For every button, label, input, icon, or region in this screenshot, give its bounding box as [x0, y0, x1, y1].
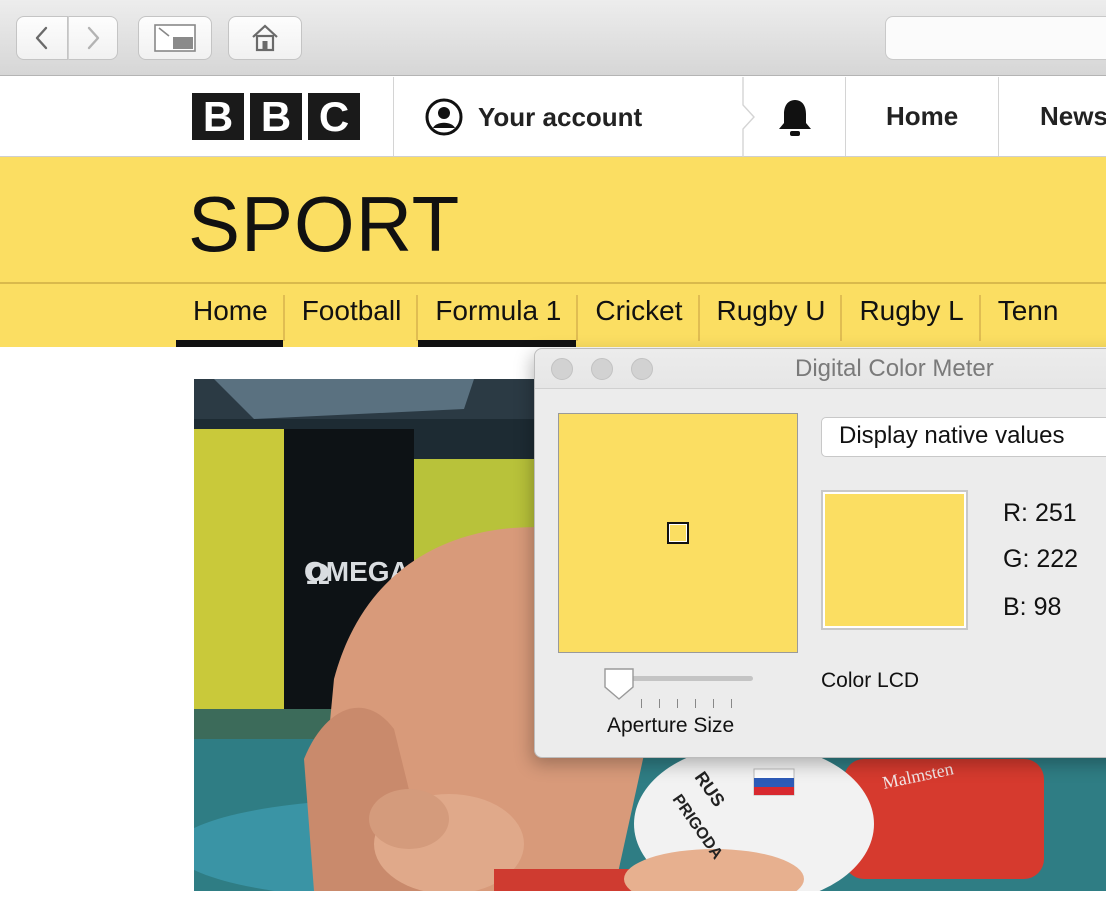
close-button[interactable] — [551, 358, 573, 380]
bbc-logo-letter: C — [308, 93, 360, 140]
slider-tick — [713, 699, 714, 708]
browser-toolbar — [0, 0, 1106, 76]
slider-tick — [731, 699, 732, 708]
sport-nav-tennis[interactable]: Tenn — [978, 295, 1074, 341]
slider-tick — [677, 699, 678, 708]
display-name: Color LCD — [821, 669, 920, 692]
zoom-button[interactable] — [631, 358, 653, 380]
red-value: 251 — [1034, 499, 1077, 527]
sport-header: SPORT Home Football Formula 1 Cricket Ru… — [0, 157, 1106, 347]
divider — [742, 77, 755, 157]
chevron-left-icon — [35, 26, 48, 50]
bbc-top-bar: B B C Your account Home News — [0, 77, 1106, 157]
sport-nav-football[interactable]: Football — [282, 295, 417, 341]
home-icon — [252, 24, 278, 52]
value-mode-dropdown[interactable]: Display native values — [821, 417, 1106, 457]
window-title-bar[interactable]: Digital Color Meter — [535, 349, 1106, 389]
bell-icon — [779, 100, 811, 136]
aperture-slider-knob[interactable] — [603, 667, 635, 701]
sport-nav-home[interactable]: Home — [176, 295, 283, 347]
topnav-news[interactable]: News — [1040, 101, 1106, 132]
sport-nav: Home Football Formula 1 Cricket Rugby U … — [176, 295, 1074, 347]
sampled-color-swatch — [821, 490, 968, 630]
chevron-right-icon — [87, 26, 100, 50]
aperture-indicator — [667, 522, 689, 544]
blue-readout: B: 98 — [1003, 593, 1061, 622]
bbc-logo-letter: B — [192, 93, 244, 140]
divider — [393, 77, 394, 156]
green-label: G: — [1003, 545, 1030, 573]
bbc-logo-letter: B — [250, 93, 302, 140]
green-readout: G: 222 — [1003, 545, 1078, 574]
topnav-home[interactable]: Home — [886, 101, 958, 132]
slider-tick — [659, 699, 660, 708]
your-account-link[interactable]: Your account — [424, 97, 642, 137]
divider — [998, 77, 999, 156]
divider — [0, 282, 1106, 284]
blue-label: B: — [1003, 593, 1027, 621]
sport-nav-cricket[interactable]: Cricket — [576, 295, 697, 341]
slider-tick — [641, 699, 642, 708]
sport-nav-rugby-union[interactable]: Rugby U — [697, 295, 841, 341]
blue-value: 98 — [1033, 593, 1062, 621]
magnified-preview — [558, 413, 798, 653]
your-account-label: Your account — [478, 101, 643, 132]
notifications-button[interactable] — [776, 97, 814, 142]
window-title: Digital Color Meter — [795, 355, 994, 382]
address-bar[interactable] — [885, 16, 1106, 60]
minimize-button[interactable] — [591, 358, 613, 380]
slider-tick — [695, 699, 696, 708]
bbc-logo[interactable]: B B C — [192, 93, 360, 140]
tab-overview-button[interactable] — [138, 16, 212, 60]
sport-nav-formula-1[interactable]: Formula 1 — [416, 295, 577, 347]
sport-title[interactable]: SPORT — [188, 179, 460, 270]
green-value: 222 — [1036, 545, 1079, 573]
user-circle-icon — [425, 98, 463, 136]
divider — [845, 77, 846, 156]
tab-overview-icon — [154, 24, 196, 52]
digital-color-meter-window: Digital Color Meter Display native value… — [534, 348, 1106, 758]
red-readout: R: 251 — [1003, 499, 1077, 528]
back-button[interactable] — [16, 16, 68, 60]
home-button[interactable] — [228, 16, 302, 60]
aperture-size-label: Aperture Size — [607, 714, 735, 737]
sport-nav-rugby-league[interactable]: Rugby L — [840, 295, 978, 341]
forward-button[interactable] — [68, 16, 118, 60]
red-label: R: — [1003, 499, 1028, 527]
